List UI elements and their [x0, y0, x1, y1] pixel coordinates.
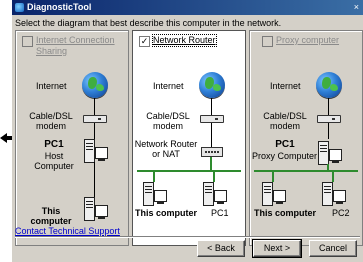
- window-title: DiagnosticTool: [27, 2, 92, 12]
- proxy-link-line-1: [328, 98, 329, 115]
- back-button[interactable]: < Back: [197, 240, 245, 257]
- ics-modem-label-2: modem: [35, 121, 66, 131]
- footer-divider: [15, 236, 360, 238]
- option-proxy-computer[interactable]: Proxy computer: [262, 35, 339, 47]
- proxy-internet-label: Internet: [270, 81, 301, 91]
- instruction-text: Select the diagram that best describe th…: [15, 18, 282, 28]
- proxy-this-computer-label: This computer: [254, 208, 317, 218]
- next-button[interactable]: Next >: [252, 239, 302, 258]
- ics-option-label: Internet Connection Sharing: [36, 35, 115, 56]
- router-device-icon: [201, 147, 223, 157]
- router-link-line-2: [211, 123, 212, 147]
- ics-link-line-1: [94, 98, 95, 115]
- ics-link-line-3: [94, 162, 95, 197]
- ics-host-label-2: Host: [44, 151, 64, 161]
- cancel-button[interactable]: Cancel: [309, 240, 357, 257]
- option-network-router[interactable]: ✓ Network Router: [139, 34, 217, 47]
- app-icon: [15, 3, 24, 12]
- proxy-checkbox[interactable]: [262, 36, 273, 47]
- router-lan-drop: [210, 157, 212, 170]
- title-bar: DiagnosticTool ×: [12, 0, 363, 15]
- router-pc1-label: PC1: [211, 208, 229, 218]
- router-pc1-icon: [203, 182, 227, 206]
- panel-proxy-computer[interactable]: Proxy computer Internet Cable/DSL modem …: [249, 30, 363, 246]
- router-option-label: Network Router: [152, 34, 217, 47]
- ics-checkbox[interactable]: [22, 36, 33, 47]
- router-this-computer-label: This computer: [135, 208, 198, 218]
- ics-host-label-1: PC1: [44, 139, 64, 150]
- proxy-lan-drop-2: [332, 170, 334, 182]
- proxy-link-line-2: [328, 123, 329, 139]
- ics-this-label-2: computer: [30, 216, 72, 226]
- proxy-pc2-icon: [322, 182, 346, 206]
- router-modem-label-2: modem: [152, 121, 183, 131]
- ics-host-computer-icon: [84, 139, 108, 163]
- router-internet-label: Internet: [153, 81, 184, 91]
- proxy-lan-line: [254, 170, 358, 172]
- ics-modem-icon: [83, 115, 107, 123]
- proxy-lan-drop-1: [272, 170, 274, 182]
- proxy-computer-label: Proxy Computer: [252, 151, 318, 161]
- proxy-globe-icon: [316, 72, 342, 98]
- left-arrow-icon: [0, 133, 12, 143]
- ics-modem-label-1: Cable/DSL: [29, 111, 73, 121]
- router-lan-drop-2: [213, 170, 215, 182]
- router-modem-icon: [200, 115, 224, 123]
- proxy-modem-label-2: modem: [269, 121, 300, 131]
- option-internet-connection-sharing[interactable]: Internet Connection Sharing: [22, 35, 120, 57]
- router-modem-label-1: Cable/DSL: [146, 111, 190, 121]
- proxy-modem-label-1: Cable/DSL: [263, 111, 307, 121]
- router-globe-icon: [199, 72, 225, 98]
- panel-network-router[interactable]: ✓ Network Router Internet Cable/DSL mode…: [132, 30, 246, 246]
- ics-this-computer-icon: [84, 197, 108, 221]
- proxy-this-computer-icon: [262, 182, 286, 206]
- proxy-option-label: Proxy computer: [276, 35, 340, 45]
- panel-internet-connection-sharing[interactable]: Internet Connection Sharing Internet Cab…: [15, 30, 129, 246]
- router-checkbox[interactable]: ✓: [139, 36, 150, 47]
- diagnostic-tool-window: DiagnosticTool × Select the diagram that…: [12, 0, 363, 262]
- router-device-label-2: or NAT: [152, 149, 180, 159]
- router-device-label-1: Network Router: [134, 139, 198, 149]
- router-this-computer-icon: [143, 182, 167, 206]
- ics-link-line-2: [94, 123, 95, 139]
- ics-internet-label: Internet: [36, 81, 67, 91]
- ics-this-label-1: This: [41, 206, 61, 216]
- contact-support-link[interactable]: Contact Technical Support: [15, 226, 120, 236]
- proxy-pc1-label: PC1: [275, 139, 295, 150]
- ics-globe-icon: [82, 72, 108, 98]
- proxy-modem-icon: [317, 115, 341, 123]
- router-lan-drop-1: [153, 170, 155, 182]
- router-link-line-1: [211, 98, 212, 115]
- proxy-pc2-label: PC2: [332, 208, 350, 218]
- proxy-computer-icon: [318, 141, 342, 165]
- ics-host-label-3: Computer: [34, 161, 74, 171]
- close-button[interactable]: ×: [354, 0, 359, 15]
